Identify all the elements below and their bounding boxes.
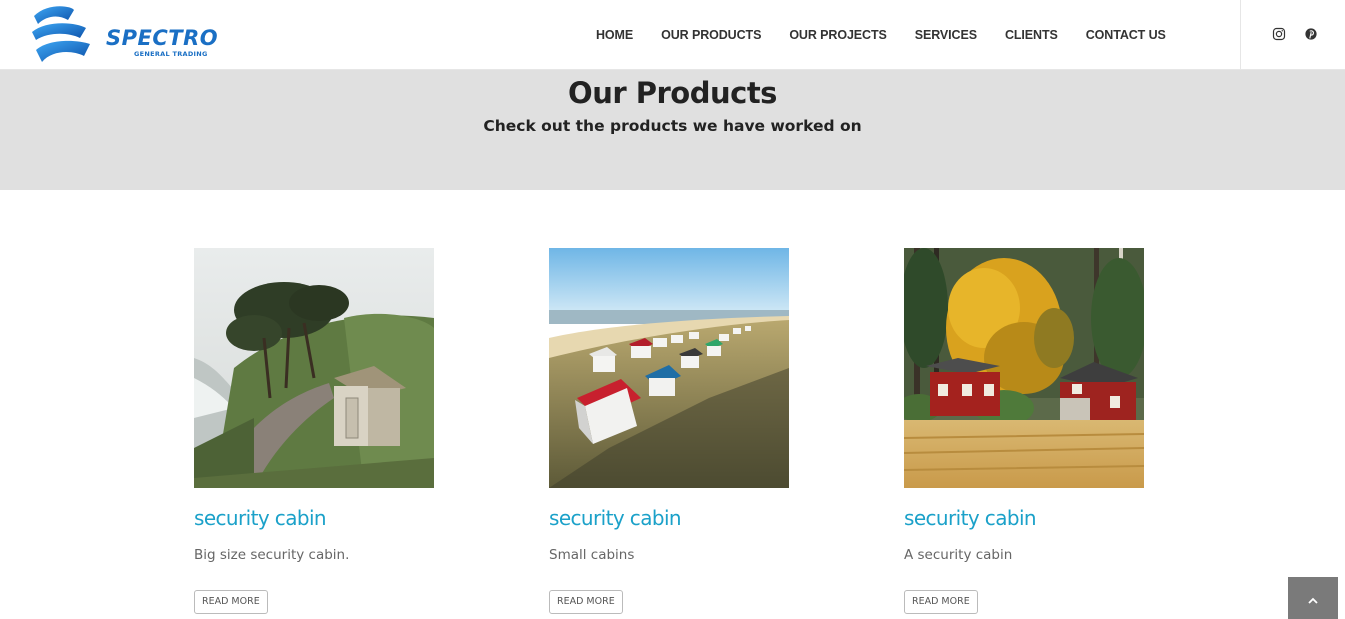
product-description: Big size security cabin. [194, 547, 350, 563]
red-cabins-autumn-photo[interactable] [904, 248, 1144, 488]
coastal-path-shed-photo[interactable] [194, 248, 434, 488]
product-title[interactable]: security cabin [904, 506, 1037, 530]
social-links [1240, 0, 1345, 70]
page-title: Our Products [568, 76, 777, 110]
product-card: security cabin Small cabins READ MORE [549, 248, 789, 614]
chevron-up-icon [1308, 597, 1318, 604]
product-description: Small cabins [549, 547, 635, 563]
nav-item-our-projects[interactable]: OUR PROJECTS [775, 28, 900, 42]
brand-logo[interactable]: SPECTRO GENERAL TRADING [28, 4, 233, 66]
read-more-button[interactable]: READ MORE [549, 590, 623, 614]
product-title[interactable]: security cabin [194, 506, 327, 530]
nav-item-our-products[interactable]: OUR PRODUCTS [647, 28, 775, 42]
main-nav: HOME OUR PRODUCTS OUR PROJECTS SERVICES … [582, 0, 1180, 70]
page-banner: Our Products Check out the products we h… [0, 70, 1345, 190]
product-card: security cabin A security cabin READ MOR… [904, 248, 1144, 614]
nav-item-clients[interactable]: CLIENTS [991, 28, 1072, 42]
product-title[interactable]: security cabin [549, 506, 682, 530]
page-subtitle: Check out the products we have worked on [483, 117, 862, 135]
site-header: SPECTRO GENERAL TRADING HOME OUR PRODUCT… [0, 0, 1345, 70]
brand-tagline: GENERAL TRADING [134, 50, 208, 58]
nav-item-contact-us[interactable]: CONTACT US [1072, 28, 1180, 42]
pinterest-icon[interactable] [1304, 27, 1318, 41]
product-card: security cabin Big size security cabin. … [194, 248, 434, 614]
back-to-top-button[interactable] [1288, 577, 1338, 619]
beach-huts-photo[interactable] [549, 248, 789, 488]
read-more-button[interactable]: READ MORE [904, 590, 978, 614]
nav-item-home[interactable]: HOME [582, 28, 647, 42]
nav-item-services[interactable]: SERVICES [901, 28, 991, 42]
brand-name: SPECTRO [106, 26, 219, 50]
instagram-icon[interactable] [1272, 27, 1286, 41]
logo-mark-icon [32, 6, 90, 62]
read-more-button[interactable]: READ MORE [194, 590, 268, 614]
product-description: A security cabin [904, 547, 1013, 563]
